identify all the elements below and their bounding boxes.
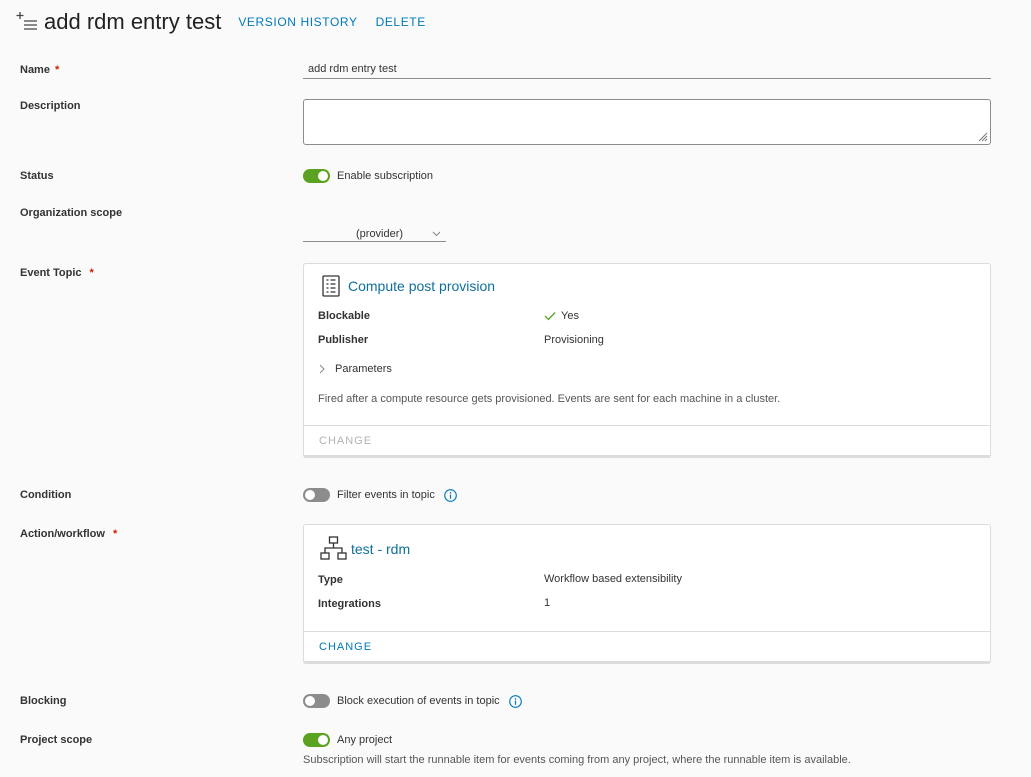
name-label: Name *	[20, 64, 60, 76]
workflow-icon	[320, 536, 347, 560]
action-workflow-card: test - rdm Type Workflow based extensibi…	[303, 524, 991, 664]
required-asterisk: *	[112, 528, 118, 540]
publisher-label: Publisher	[318, 334, 369, 346]
chevron-down-icon	[432, 231, 441, 237]
event-topic-label: Event Topic *	[20, 267, 94, 279]
status-toggle-row: Enable subscription	[303, 169, 433, 183]
document-list-icon	[322, 275, 340, 297]
subscription-add-icon	[16, 12, 37, 30]
blocking-label: Blocking	[20, 695, 67, 707]
required-asterisk: *	[89, 267, 94, 279]
event-topic-title: Compute post provision	[348, 278, 496, 294]
organization-scope-label: Organization scope	[20, 207, 123, 219]
chevron-right-icon	[319, 364, 325, 374]
event-topic-description: Fired after a compute resource gets prov…	[318, 393, 781, 405]
project-scope-toggle-row: Any project	[303, 733, 392, 747]
integrations-label: Integrations	[318, 598, 381, 610]
parameters-label: Parameters	[335, 363, 392, 375]
condition-toggle-label: Filter events in topic	[337, 489, 435, 501]
version-history-link[interactable]: VERSION HISTORY	[238, 15, 357, 29]
status-toggle[interactable]	[303, 169, 330, 183]
condition-toggle[interactable]	[303, 488, 330, 502]
integrations-value: 1	[544, 597, 551, 609]
page-title: add rdm entry test	[44, 9, 222, 34]
type-label: Type	[318, 574, 343, 586]
action-change-button[interactable]: CHANGE	[319, 641, 372, 653]
card-footer	[304, 631, 990, 632]
project-scope-toggle-label: Any project	[337, 734, 393, 746]
blocking-toggle-row: Block execution of events in topic	[303, 694, 522, 708]
type-value: Workflow based extensibility	[544, 573, 682, 585]
description-textarea[interactable]	[303, 99, 991, 145]
organization-scope-value: (provider)	[356, 228, 404, 240]
delete-link[interactable]: DELETE	[376, 15, 426, 29]
condition-toggle-row: Filter events in topic	[303, 488, 457, 502]
page-header: add rdm entry test VERSION HISTORY DELET…	[16, 8, 426, 36]
info-icon[interactable]	[443, 488, 457, 502]
toggle-knob	[305, 696, 315, 706]
project-scope-description: Subscription will start the runnable ite…	[303, 754, 851, 766]
info-icon[interactable]	[508, 694, 522, 708]
name-input[interactable]	[303, 60, 991, 79]
project-scope-label: Project scope	[20, 734, 93, 746]
check-icon	[544, 312, 556, 321]
condition-label: Condition	[20, 489, 72, 501]
project-scope-toggle[interactable]	[303, 733, 330, 747]
description-label: Description	[20, 100, 81, 112]
resize-grip-icon[interactable]	[978, 132, 988, 142]
blockable-value: Yes	[544, 310, 579, 322]
status-toggle-label: Enable subscription	[337, 170, 434, 182]
required-asterisk: *	[54, 64, 60, 76]
card-footer	[304, 425, 990, 426]
status-label: Status	[20, 170, 54, 182]
toggle-knob	[318, 735, 328, 745]
toggle-knob	[305, 490, 315, 500]
toggle-knob	[318, 171, 328, 181]
organization-scope-select[interactable]: (provider)	[303, 225, 446, 242]
action-title: test - rdm	[351, 541, 411, 557]
action-workflow-label: Action/workflow *	[20, 528, 118, 540]
event-topic-change-button[interactable]: CHANGE	[319, 435, 372, 447]
blockable-label: Blockable	[318, 310, 370, 322]
blocking-toggle[interactable]	[303, 694, 330, 708]
blocking-toggle-label: Block execution of events in topic	[337, 695, 500, 707]
parameters-toggle[interactable]: Parameters	[318, 363, 392, 375]
publisher-value: Provisioning	[544, 334, 604, 346]
event-topic-card: Compute post provision Blockable Yes Pub…	[303, 263, 991, 458]
